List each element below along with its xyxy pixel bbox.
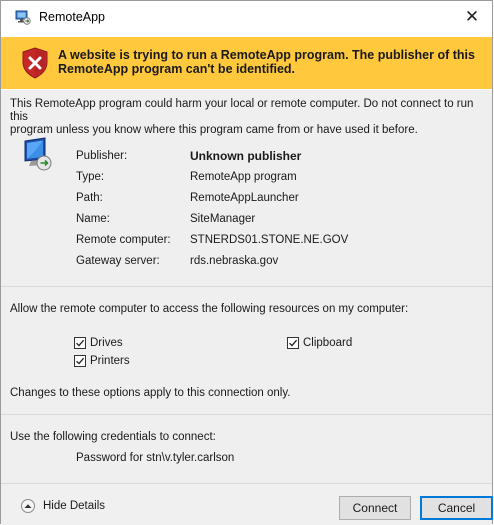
gateway-server-label: Gateway server: bbox=[76, 255, 160, 267]
remoteapp-icon bbox=[15, 10, 31, 25]
hide-details-label: Hide Details bbox=[43, 500, 105, 512]
checkbox-drives-box[interactable] bbox=[74, 337, 86, 349]
credentials-section: Use the following credentials to connect… bbox=[1, 415, 492, 483]
checkmark-icon bbox=[76, 357, 85, 365]
publisher-label: Publisher: bbox=[76, 150, 128, 162]
warning-banner: A website is trying to run a RemoteApp p… bbox=[1, 37, 492, 89]
checkmark-icon bbox=[289, 339, 298, 347]
resources-heading: Allow the remote computer to access the … bbox=[10, 303, 409, 315]
clipboard-label: Clipboard bbox=[303, 337, 353, 349]
path-label: Path: bbox=[76, 192, 103, 204]
cancel-button[interactable]: Cancel bbox=[420, 496, 493, 520]
banner-line-1: A website is trying to run a RemoteApp p… bbox=[58, 48, 475, 62]
chevron-up-icon[interactable] bbox=[21, 499, 35, 513]
credentials-value: Password for stn\v.tyler.carlson bbox=[76, 452, 235, 464]
title-bar: RemoteApp ✕ bbox=[1, 1, 492, 33]
checkbox-clipboard-box[interactable] bbox=[287, 337, 299, 349]
type-label: Type: bbox=[76, 171, 105, 183]
banner-message: A website is trying to run a RemoteApp p… bbox=[58, 48, 478, 76]
resources-note: Changes to these options apply to this c… bbox=[10, 387, 291, 399]
remote-computer-value: STNERDS01.STONE.NE.GOV bbox=[190, 234, 349, 246]
type-value: RemoteApp program bbox=[190, 171, 297, 183]
drives-checkbox[interactable]: Drives bbox=[74, 337, 123, 349]
connect-button[interactable]: Connect bbox=[339, 496, 411, 520]
credentials-heading: Use the following credentials to connect… bbox=[10, 431, 216, 443]
drives-label: Drives bbox=[90, 337, 123, 349]
printers-label: Printers bbox=[90, 355, 130, 367]
name-value: SiteManager bbox=[190, 213, 256, 225]
resources-section: Allow the remote computer to access the … bbox=[1, 287, 492, 414]
banner-line-2: RemoteApp program can't be identified. bbox=[58, 62, 296, 76]
publisher-value: Unknown publisher bbox=[190, 149, 302, 163]
path-value: RemoteAppLauncher bbox=[190, 192, 299, 204]
shield-error-icon bbox=[22, 47, 48, 79]
warning-line-1: This RemoteApp program could harm your l… bbox=[10, 98, 474, 123]
gateway-server-value: rds.nebraska.gov bbox=[190, 255, 279, 267]
remote-computer-label: Remote computer: bbox=[76, 234, 171, 246]
close-icon: ✕ bbox=[464, 7, 480, 26]
clipboard-checkbox[interactable]: Clipboard bbox=[287, 337, 352, 349]
warning-text: This RemoteApp program could harm your l… bbox=[10, 98, 480, 137]
warning-line-2: program unless you know where this progr… bbox=[10, 124, 418, 136]
checkbox-printers-box[interactable] bbox=[74, 355, 86, 367]
printers-checkbox[interactable]: Printers bbox=[74, 355, 130, 367]
remoteapp-dialog: RemoteApp ✕ A website is trying to run a… bbox=[0, 0, 493, 525]
checkmark-icon bbox=[76, 339, 85, 347]
window-title: RemoteApp bbox=[39, 10, 106, 24]
name-label: Name: bbox=[76, 213, 110, 225]
hide-details-toggle[interactable]: Hide Details bbox=[21, 499, 105, 513]
remote-computer-icon bbox=[24, 137, 52, 171]
close-button[interactable]: ✕ bbox=[452, 1, 492, 33]
details-section: This RemoteApp program could harm your l… bbox=[1, 90, 492, 286]
